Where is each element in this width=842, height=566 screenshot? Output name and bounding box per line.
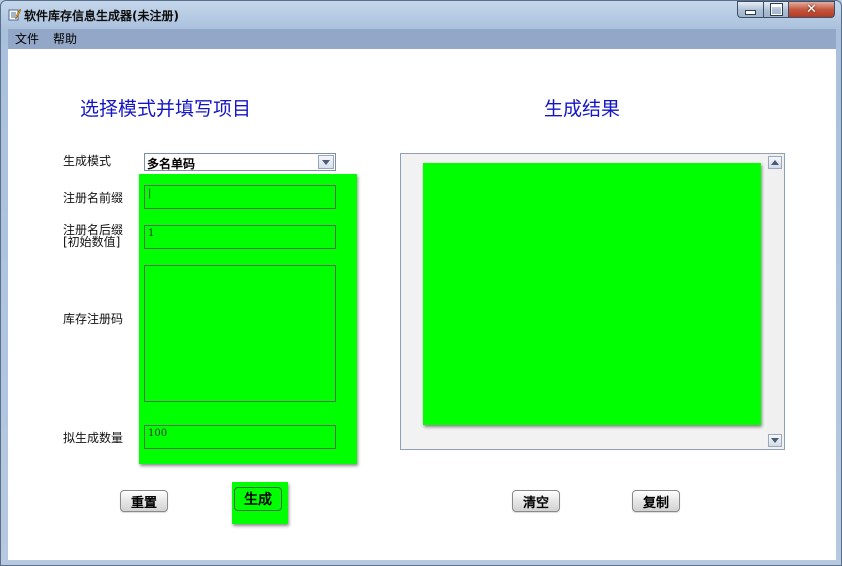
- count-label: 拟生成数量: [63, 431, 124, 445]
- app-window: 软件库存信息生成器(未注册) ✕ 文件 帮助 选择模式并填写项目 生成结果 生成…: [0, 0, 842, 566]
- codes-label: 库存注册码: [63, 312, 124, 326]
- menu-help[interactable]: 帮助: [46, 29, 84, 49]
- reset-button[interactable]: 重置: [120, 490, 168, 512]
- copy-button[interactable]: 复制: [632, 490, 680, 512]
- output-frame: [400, 153, 785, 450]
- close-button[interactable]: ✕: [789, 1, 835, 18]
- suffix-input[interactable]: 1: [144, 225, 336, 249]
- menu-file[interactable]: 文件: [8, 29, 46, 49]
- generate-button[interactable]: 生成: [234, 487, 282, 511]
- prefix-input[interactable]: |: [144, 185, 336, 209]
- title-bar[interactable]: 软件库存信息生成器(未注册) ✕: [1, 1, 841, 28]
- left-heading: 选择模式并填写项目: [80, 98, 252, 120]
- output-scrollbar[interactable]: [767, 154, 784, 449]
- codes-textarea[interactable]: [144, 265, 336, 402]
- minimize-button[interactable]: [737, 1, 764, 18]
- scroll-down-icon[interactable]: [768, 434, 782, 447]
- window-title: 软件库存信息生成器(未注册): [24, 9, 179, 23]
- close-icon: ✕: [806, 2, 817, 17]
- chevron-down-icon[interactable]: [318, 155, 334, 169]
- generate-highlight: 生成: [232, 482, 288, 524]
- mode-label: 生成模式: [63, 154, 112, 168]
- mode-select-value: 多名单码: [147, 157, 196, 171]
- main-panel: 选择模式并填写项目 生成结果 生成模式 多名单码 注册名前缀 | 注册名后缀 […: [8, 49, 836, 560]
- count-input[interactable]: 100: [144, 425, 336, 449]
- output-textarea[interactable]: [423, 163, 761, 425]
- minimize-icon: [745, 10, 756, 15]
- maximize-icon: [770, 4, 782, 15]
- maximize-button[interactable]: [764, 1, 789, 18]
- scroll-up-icon[interactable]: [768, 156, 782, 169]
- window-controls: ✕: [737, 1, 835, 19]
- prefix-label: 注册名前缀: [63, 191, 124, 205]
- clear-button[interactable]: 清空: [512, 490, 560, 512]
- notepad-icon: [8, 8, 21, 21]
- mode-select[interactable]: 多名单码: [144, 153, 336, 171]
- right-heading: 生成结果: [544, 98, 621, 120]
- suffix-sublabel: [初始数值]: [63, 235, 121, 249]
- menu-bar: 文件 帮助: [8, 29, 836, 49]
